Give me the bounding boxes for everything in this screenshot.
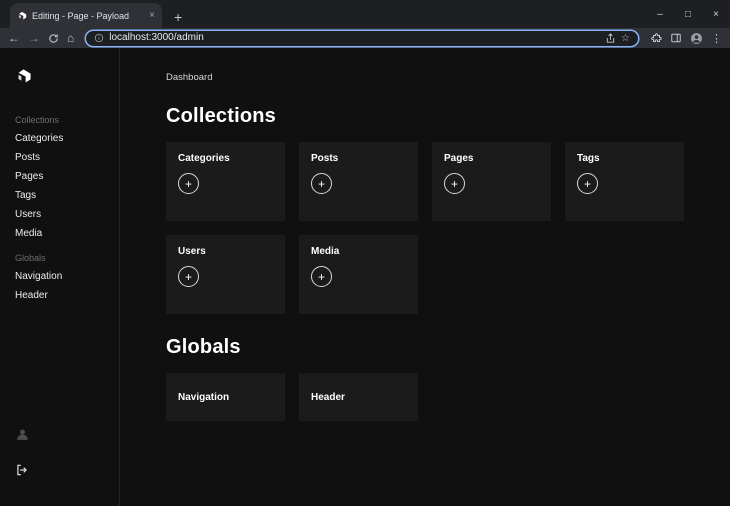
sidebar-globals-label: Globals — [15, 253, 46, 263]
create-new-icon[interactable]: + — [577, 173, 598, 194]
card-title: Header — [311, 391, 345, 403]
card-title: Pages — [444, 153, 474, 164]
card-title: Media — [311, 246, 340, 257]
bookmark-star-icon[interactable]: ☆ — [621, 33, 630, 44]
collection-card-posts[interactable]: Posts + — [299, 142, 418, 221]
url-text[interactable]: localhost:3000/admin — [109, 33, 600, 43]
collection-card-pages[interactable]: Pages + — [432, 142, 551, 221]
browser-menu-icon[interactable]: ⋮ — [711, 32, 722, 45]
sidebar-item-media[interactable]: Media — [15, 229, 104, 239]
sidebar: Collections Categories Posts Pages Tags … — [0, 48, 120, 506]
sidebar-item-categories[interactable]: Categories — [15, 134, 104, 144]
side-panel-icon[interactable] — [670, 32, 682, 44]
dashboard-main: Dashboard Collections Categories + Posts… — [120, 48, 730, 506]
sidebar-item-posts[interactable]: Posts — [15, 153, 104, 163]
payload-favicon-icon — [17, 11, 27, 21]
sidebar-item-tags[interactable]: Tags — [15, 191, 104, 201]
site-info-icon[interactable] — [94, 33, 104, 43]
breadcrumb[interactable]: Dashboard — [166, 72, 684, 83]
forward-icon[interactable]: → — [28, 32, 40, 44]
minimize-button[interactable]: – — [646, 9, 674, 20]
sidebar-item-pages[interactable]: Pages — [15, 172, 104, 182]
create-new-icon[interactable]: + — [311, 266, 332, 287]
sidebar-item-users[interactable]: Users — [15, 210, 104, 220]
create-new-icon[interactable]: + — [178, 266, 199, 287]
payload-admin-app: Collections Categories Posts Pages Tags … — [0, 48, 730, 506]
account-avatar-icon[interactable] — [15, 427, 104, 447]
sidebar-collections-label: Collections — [15, 115, 60, 125]
sidebar-item-navigation[interactable]: Navigation — [15, 272, 104, 282]
global-card-navigation[interactable]: Navigation — [166, 373, 285, 421]
create-new-icon[interactable]: + — [178, 173, 199, 194]
card-title: Users — [178, 246, 206, 257]
browser-tab[interactable]: Editing - Page - Payload × — [10, 3, 162, 28]
browser-toolbar: ← → ⌂ localhost:3000/admin ☆ ⋮ — [0, 28, 730, 48]
card-title: Tags — [577, 153, 600, 164]
create-new-icon[interactable]: + — [444, 173, 465, 194]
share-icon[interactable] — [605, 32, 616, 44]
extensions-puzzle-icon[interactable] — [650, 32, 662, 44]
collection-card-users[interactable]: Users + — [166, 235, 285, 314]
globals-grid: Navigation Header — [166, 373, 684, 421]
new-tab-button[interactable]: + — [174, 10, 182, 24]
browser-tabstrip: Editing - Page - Payload × + – □ × — [0, 0, 730, 28]
tab-close-icon[interactable]: × — [149, 10, 155, 21]
create-new-icon[interactable]: + — [311, 173, 332, 194]
logout-icon[interactable] — [15, 464, 29, 481]
collections-heading: Collections — [166, 105, 276, 127]
collection-card-tags[interactable]: Tags + — [565, 142, 684, 221]
card-title: Categories — [178, 153, 230, 164]
sidebar-footer — [15, 427, 104, 482]
window-controls: – □ × — [646, 0, 730, 28]
window-close-button[interactable]: × — [702, 9, 730, 20]
global-card-header[interactable]: Header — [299, 373, 418, 421]
payload-logo-icon[interactable] — [15, 68, 104, 85]
globals-heading: Globals — [166, 336, 241, 358]
browser-profile-avatar[interactable] — [690, 32, 703, 45]
card-title: Posts — [311, 153, 339, 164]
maximize-button[interactable]: □ — [674, 9, 702, 20]
collections-grid: Categories + Posts + Pages + Tags + User… — [166, 142, 684, 314]
collection-card-categories[interactable]: Categories + — [166, 142, 285, 221]
collection-card-media[interactable]: Media + — [299, 235, 418, 314]
reload-icon[interactable] — [48, 33, 59, 44]
tab-title: Editing - Page - Payload — [32, 10, 130, 21]
home-icon[interactable]: ⌂ — [67, 32, 74, 44]
card-title: Navigation — [178, 391, 230, 403]
back-icon[interactable]: ← — [8, 32, 20, 44]
sidebar-item-header[interactable]: Header — [15, 291, 104, 301]
address-bar[interactable]: localhost:3000/admin ☆ — [86, 30, 638, 46]
